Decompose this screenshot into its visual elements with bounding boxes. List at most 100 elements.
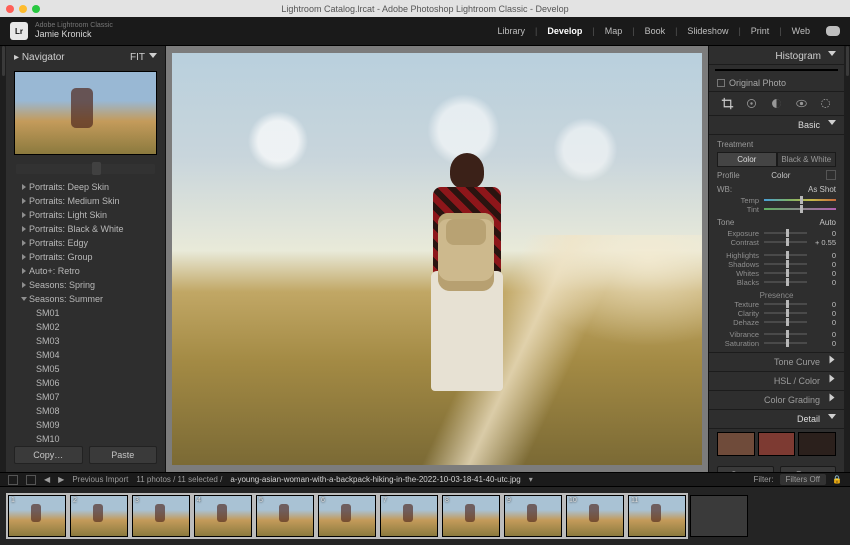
preset-item[interactable]: SM07: [6, 390, 165, 404]
go-back-button[interactable]: ◀: [44, 475, 50, 484]
navigator-preview[interactable]: [14, 71, 157, 155]
chevron-down-icon[interactable]: [149, 53, 157, 58]
preset-item[interactable]: Portraits: Deep Skin: [6, 180, 165, 194]
detail-header[interactable]: Detail: [709, 410, 844, 429]
reset-button[interactable]: Reset: [780, 466, 837, 472]
clarity-slider[interactable]: [764, 312, 807, 314]
filmstrip-thumb[interactable]: 9: [504, 495, 562, 537]
contrast-slider[interactable]: [764, 241, 807, 243]
module-book[interactable]: Book: [645, 26, 666, 36]
heal-tool-icon[interactable]: [745, 97, 758, 110]
filter-dropdown[interactable]: Filters Off: [780, 474, 827, 485]
detail-swatch[interactable]: [798, 432, 836, 456]
histogram[interactable]: ISO 320: [715, 69, 838, 71]
masking-icon[interactable]: [819, 97, 832, 110]
filmstrip-thumb[interactable]: 1: [8, 495, 66, 537]
disclosure-triangle-icon[interactable]: [22, 282, 26, 288]
grid-view-button[interactable]: [26, 475, 36, 485]
filmstrip-thumb[interactable]: 6: [318, 495, 376, 537]
crop-tool-icon[interactable]: [721, 97, 734, 110]
blacks-slider[interactable]: [764, 281, 807, 283]
profile-value[interactable]: Color: [771, 171, 790, 180]
preset-item[interactable]: Auto+: Retro: [6, 264, 165, 278]
vibrance-slider[interactable]: [764, 333, 807, 335]
redeye-tool-icon[interactable]: [795, 97, 808, 110]
mask-tool-icon[interactable]: [770, 97, 783, 110]
tone-curve-header[interactable]: Tone Curve: [709, 353, 844, 372]
right-edge-grip[interactable]: [844, 46, 850, 472]
filmstrip-thumb[interactable]: 4: [194, 495, 252, 537]
second-window-button[interactable]: [8, 475, 18, 485]
image-viewport[interactable]: [166, 46, 708, 472]
original-photo-toggle[interactable]: Original Photo: [709, 75, 844, 92]
profile-grid-icon[interactable]: [826, 170, 836, 180]
paste-button[interactable]: Paste: [89, 446, 158, 464]
filmstrip-thumb[interactable]: 7: [380, 495, 438, 537]
disclosure-triangle-icon[interactable]: [22, 226, 26, 232]
module-develop[interactable]: Develop: [547, 26, 582, 36]
preset-item[interactable]: Portraits: Edgy: [6, 236, 165, 250]
preset-item[interactable]: SM02: [6, 320, 165, 334]
whites-slider[interactable]: [764, 272, 807, 274]
preset-item[interactable]: Portraits: Light Skin: [6, 208, 165, 222]
tint-slider[interactable]: [764, 208, 836, 210]
highlights-slider[interactable]: [764, 254, 807, 256]
navigator-header[interactable]: ▸ Navigator FIT: [6, 46, 165, 67]
go-forward-button[interactable]: ▶: [58, 475, 64, 484]
preset-amount-slider[interactable]: [16, 164, 155, 174]
preset-item[interactable]: SM01: [6, 306, 165, 320]
treatment-bw-button[interactable]: Black & White: [777, 152, 837, 167]
preset-item[interactable]: SM10: [6, 432, 165, 446]
identity-plate[interactable]: Jamie Kronick: [35, 30, 113, 40]
preset-item[interactable]: Portraits: Group: [6, 250, 165, 264]
source-label[interactable]: Previous Import: [72, 475, 128, 484]
module-print[interactable]: Print: [751, 26, 770, 36]
preset-item[interactable]: Portraits: Black & White: [6, 222, 165, 236]
disclosure-triangle-icon[interactable]: [22, 240, 26, 246]
module-web[interactable]: Web: [792, 26, 810, 36]
auto-tone-button[interactable]: Auto: [820, 218, 836, 227]
filmstrip-thumb[interactable]: 3: [132, 495, 190, 537]
preset-item[interactable]: SM08: [6, 404, 165, 418]
disclosure-triangle-icon[interactable]: [22, 254, 26, 260]
module-slideshow[interactable]: Slideshow: [687, 26, 728, 36]
hsl-header[interactable]: HSL / Color: [709, 372, 844, 391]
filmstrip-thumb[interactable]: 2: [70, 495, 128, 537]
preset-item[interactable]: SM09: [6, 418, 165, 432]
color-grading-header[interactable]: Color Grading: [709, 391, 844, 410]
disclosure-triangle-icon[interactable]: [21, 297, 27, 301]
preset-item[interactable]: SM04: [6, 348, 165, 362]
preset-item[interactable]: Portraits: Medium Skin: [6, 194, 165, 208]
cloud-sync-icon[interactable]: [826, 26, 840, 36]
copy-button[interactable]: Copy…: [14, 446, 83, 464]
filter-lock-icon[interactable]: 🔒: [832, 475, 842, 484]
temp-slider[interactable]: [764, 199, 836, 201]
filmstrip-thumb[interactable]: 11: [628, 495, 686, 537]
preset-item[interactable]: SM05: [6, 362, 165, 376]
dehaze-slider[interactable]: [764, 321, 807, 323]
treatment-color-button[interactable]: Color: [717, 152, 777, 167]
preset-item[interactable]: SM03: [6, 334, 165, 348]
filmstrip-thumb[interactable]: [690, 495, 748, 537]
exposure-slider[interactable]: [764, 232, 807, 234]
filmstrip[interactable]: 1234567891011: [0, 486, 850, 545]
disclosure-triangle-icon[interactable]: [22, 212, 26, 218]
texture-slider[interactable]: [764, 303, 807, 305]
sync-button[interactable]: Sync…: [717, 466, 774, 472]
detail-swatch[interactable]: [717, 432, 755, 456]
preset-item[interactable]: Seasons: Summer: [6, 292, 165, 306]
filmstrip-thumb[interactable]: 8: [442, 495, 500, 537]
shadows-slider[interactable]: [764, 263, 807, 265]
saturation-slider[interactable]: [764, 342, 807, 344]
module-library[interactable]: Library: [497, 26, 525, 36]
preset-item[interactable]: Seasons: Spring: [6, 278, 165, 292]
histogram-header[interactable]: Histogram: [709, 46, 844, 65]
disclosure-triangle-icon[interactable]: [22, 268, 26, 274]
filmstrip-thumb[interactable]: 10: [566, 495, 624, 537]
disclosure-triangle-icon[interactable]: [22, 198, 26, 204]
preset-item[interactable]: SM06: [6, 376, 165, 390]
wb-value[interactable]: As Shot: [808, 185, 836, 194]
module-map[interactable]: Map: [605, 26, 623, 36]
basic-section-header[interactable]: Basic: [709, 116, 844, 135]
detail-swatch[interactable]: [758, 432, 796, 456]
